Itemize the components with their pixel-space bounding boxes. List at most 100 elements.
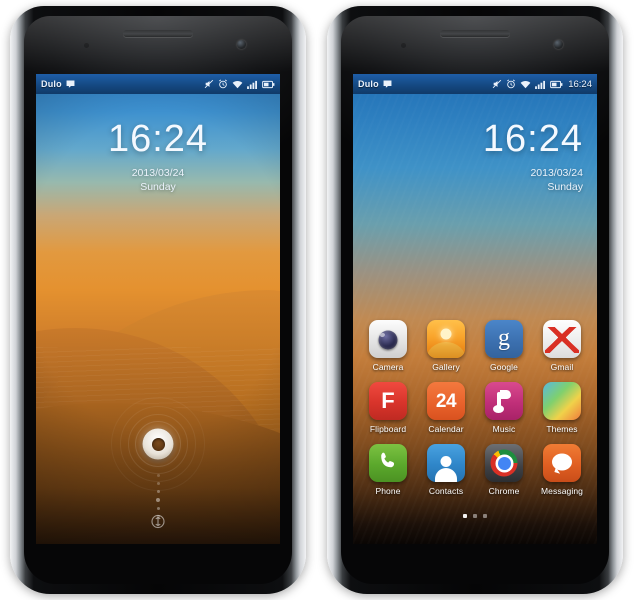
- status-bar-left: Dulo: [358, 79, 392, 89]
- hint-dot: [156, 474, 160, 477]
- wifi-icon: [232, 80, 243, 89]
- lockscreen-clock: 16:24 2013/03/24 Sunday: [36, 120, 280, 193]
- page-indicator[interactable]: [353, 514, 597, 518]
- google-glyph: g: [498, 325, 510, 351]
- app-label: Contacts: [428, 486, 464, 496]
- signal-icon: [535, 80, 546, 89]
- wifi-icon: [520, 80, 531, 89]
- status-bar-left: Dulo: [41, 79, 75, 89]
- signal-icon: [247, 80, 258, 89]
- app-label: Themes: [546, 424, 578, 434]
- hint-dot: [156, 482, 160, 485]
- status-bar-right: 16:24: [492, 79, 592, 90]
- camera-icon[interactable]: [369, 320, 407, 358]
- handset-glyph: [377, 450, 399, 477]
- app-grid: Camera Gallery g Google Gmail F Flipboar…: [353, 320, 597, 496]
- phone-homescreen: Dulo 16:24 16:24 2013/03/24 Sunday Camer…: [317, 0, 634, 600]
- app-music[interactable]: Music: [477, 382, 531, 434]
- app-label: Camera: [372, 362, 404, 372]
- app-label: Calendar: [428, 424, 464, 434]
- phone-front-glass: Dulo: [24, 16, 292, 584]
- phone-front-glass: Dulo: [341, 16, 609, 584]
- gallery-icon[interactable]: [427, 320, 465, 358]
- clock-date: 2013/03/24: [131, 167, 185, 179]
- themes-icon[interactable]: [543, 382, 581, 420]
- status-bar: Dulo: [353, 74, 597, 94]
- flipboard-glyph: F: [381, 388, 395, 413]
- chrome-icon[interactable]: [485, 444, 523, 482]
- lockscreen-display[interactable]: Dulo 16:24 2013/03/24 Sunday: [36, 74, 280, 544]
- proximity-sensor-icon: [401, 43, 406, 48]
- app-row: F Flipboard 24 Calendar Music Themes: [361, 382, 589, 434]
- chrome-wheel: [490, 449, 518, 477]
- front-camera-icon: [237, 40, 246, 49]
- phone-lockscreen: Dulo 16:24 2013/03/24 Sunday: [0, 0, 317, 600]
- app-contacts[interactable]: Contacts: [419, 444, 473, 496]
- unlock-knob[interactable]: [142, 428, 174, 460]
- phone-body: Dulo: [327, 6, 623, 594]
- page-dot[interactable]: [483, 514, 487, 518]
- calendar-day-number: 24: [435, 390, 457, 412]
- speech-bubble-tail: [554, 467, 562, 474]
- carrier-label: Dulo: [358, 79, 379, 89]
- front-camera-icon: [554, 40, 563, 49]
- earpiece-speaker-icon: [123, 30, 193, 37]
- app-flipboard[interactable]: F Flipboard: [361, 382, 415, 434]
- music-icon[interactable]: [485, 382, 523, 420]
- app-google[interactable]: g Google: [477, 320, 531, 372]
- app-label: Phone: [375, 486, 401, 496]
- silent-mode-icon: [492, 79, 502, 89]
- app-chrome[interactable]: Chrome: [477, 444, 531, 496]
- app-camera[interactable]: Camera: [361, 320, 415, 372]
- hint-dot: [156, 490, 160, 493]
- hint-dot: [156, 507, 160, 510]
- app-row: Camera Gallery g Google Gmail: [361, 320, 589, 372]
- phone-body: Dulo: [10, 6, 306, 594]
- messaging-icon[interactable]: [543, 444, 581, 482]
- contacts-icon[interactable]: [427, 444, 465, 482]
- silent-mode-icon: [204, 79, 214, 89]
- calendar-icon[interactable]: 24: [427, 382, 465, 420]
- message-icon: [66, 80, 75, 89]
- hint-dot: [156, 498, 160, 502]
- carrier-label: Dulo: [41, 79, 62, 89]
- app-label: Gallery: [432, 362, 460, 372]
- clock-time: 16:24: [107, 118, 209, 160]
- app-label: Chrome: [488, 486, 520, 496]
- earpiece-speaker-icon: [440, 30, 510, 37]
- app-label: Flipboard: [369, 424, 407, 434]
- clock-time: 16:24: [482, 118, 583, 160]
- alarm-icon: [506, 79, 516, 89]
- homescreen-display[interactable]: Dulo 16:24 16:24 2013/03/24 Sunday Camer…: [353, 74, 597, 544]
- app-calendar[interactable]: 24 Calendar: [419, 382, 473, 434]
- homescreen-clock-widget[interactable]: 16:24 2013/03/24 Sunday: [483, 120, 583, 193]
- proximity-sensor-icon: [84, 43, 89, 48]
- music-note-flag: [500, 390, 511, 399]
- two-phone-mockup: Dulo 16:24 2013/03/24 Sunday Dulo 16:24 …: [0, 0, 634, 600]
- clock-date: 2013/03/24: [530, 167, 583, 179]
- flipboard-icon[interactable]: F: [369, 382, 407, 420]
- unlock-hint-dots: [156, 474, 160, 518]
- app-label: Google: [489, 362, 518, 372]
- page-dot[interactable]: [473, 514, 477, 518]
- app-themes[interactable]: Themes: [535, 382, 589, 434]
- page-dot-active[interactable]: [463, 514, 467, 518]
- app-gmail[interactable]: Gmail: [535, 320, 589, 372]
- status-bar: Dulo: [36, 74, 280, 94]
- app-label: Music: [492, 424, 516, 434]
- app-label: Messaging: [540, 486, 583, 496]
- google-icon[interactable]: g: [485, 320, 523, 358]
- status-bar-right: [204, 79, 275, 89]
- phone-icon[interactable]: [369, 444, 407, 482]
- gmail-icon[interactable]: [543, 320, 581, 358]
- app-label: Gmail: [550, 362, 574, 372]
- app-messaging[interactable]: Messaging: [535, 444, 589, 496]
- message-icon: [383, 80, 392, 89]
- battery-icon: [262, 80, 275, 89]
- app-phone[interactable]: Phone: [361, 444, 415, 496]
- lock-icon[interactable]: [151, 514, 166, 529]
- app-row: Phone Contacts Chrome Messaging: [361, 444, 589, 496]
- alarm-icon: [218, 79, 228, 89]
- app-gallery[interactable]: Gallery: [419, 320, 473, 372]
- status-bar-clock: 16:24: [568, 78, 592, 90]
